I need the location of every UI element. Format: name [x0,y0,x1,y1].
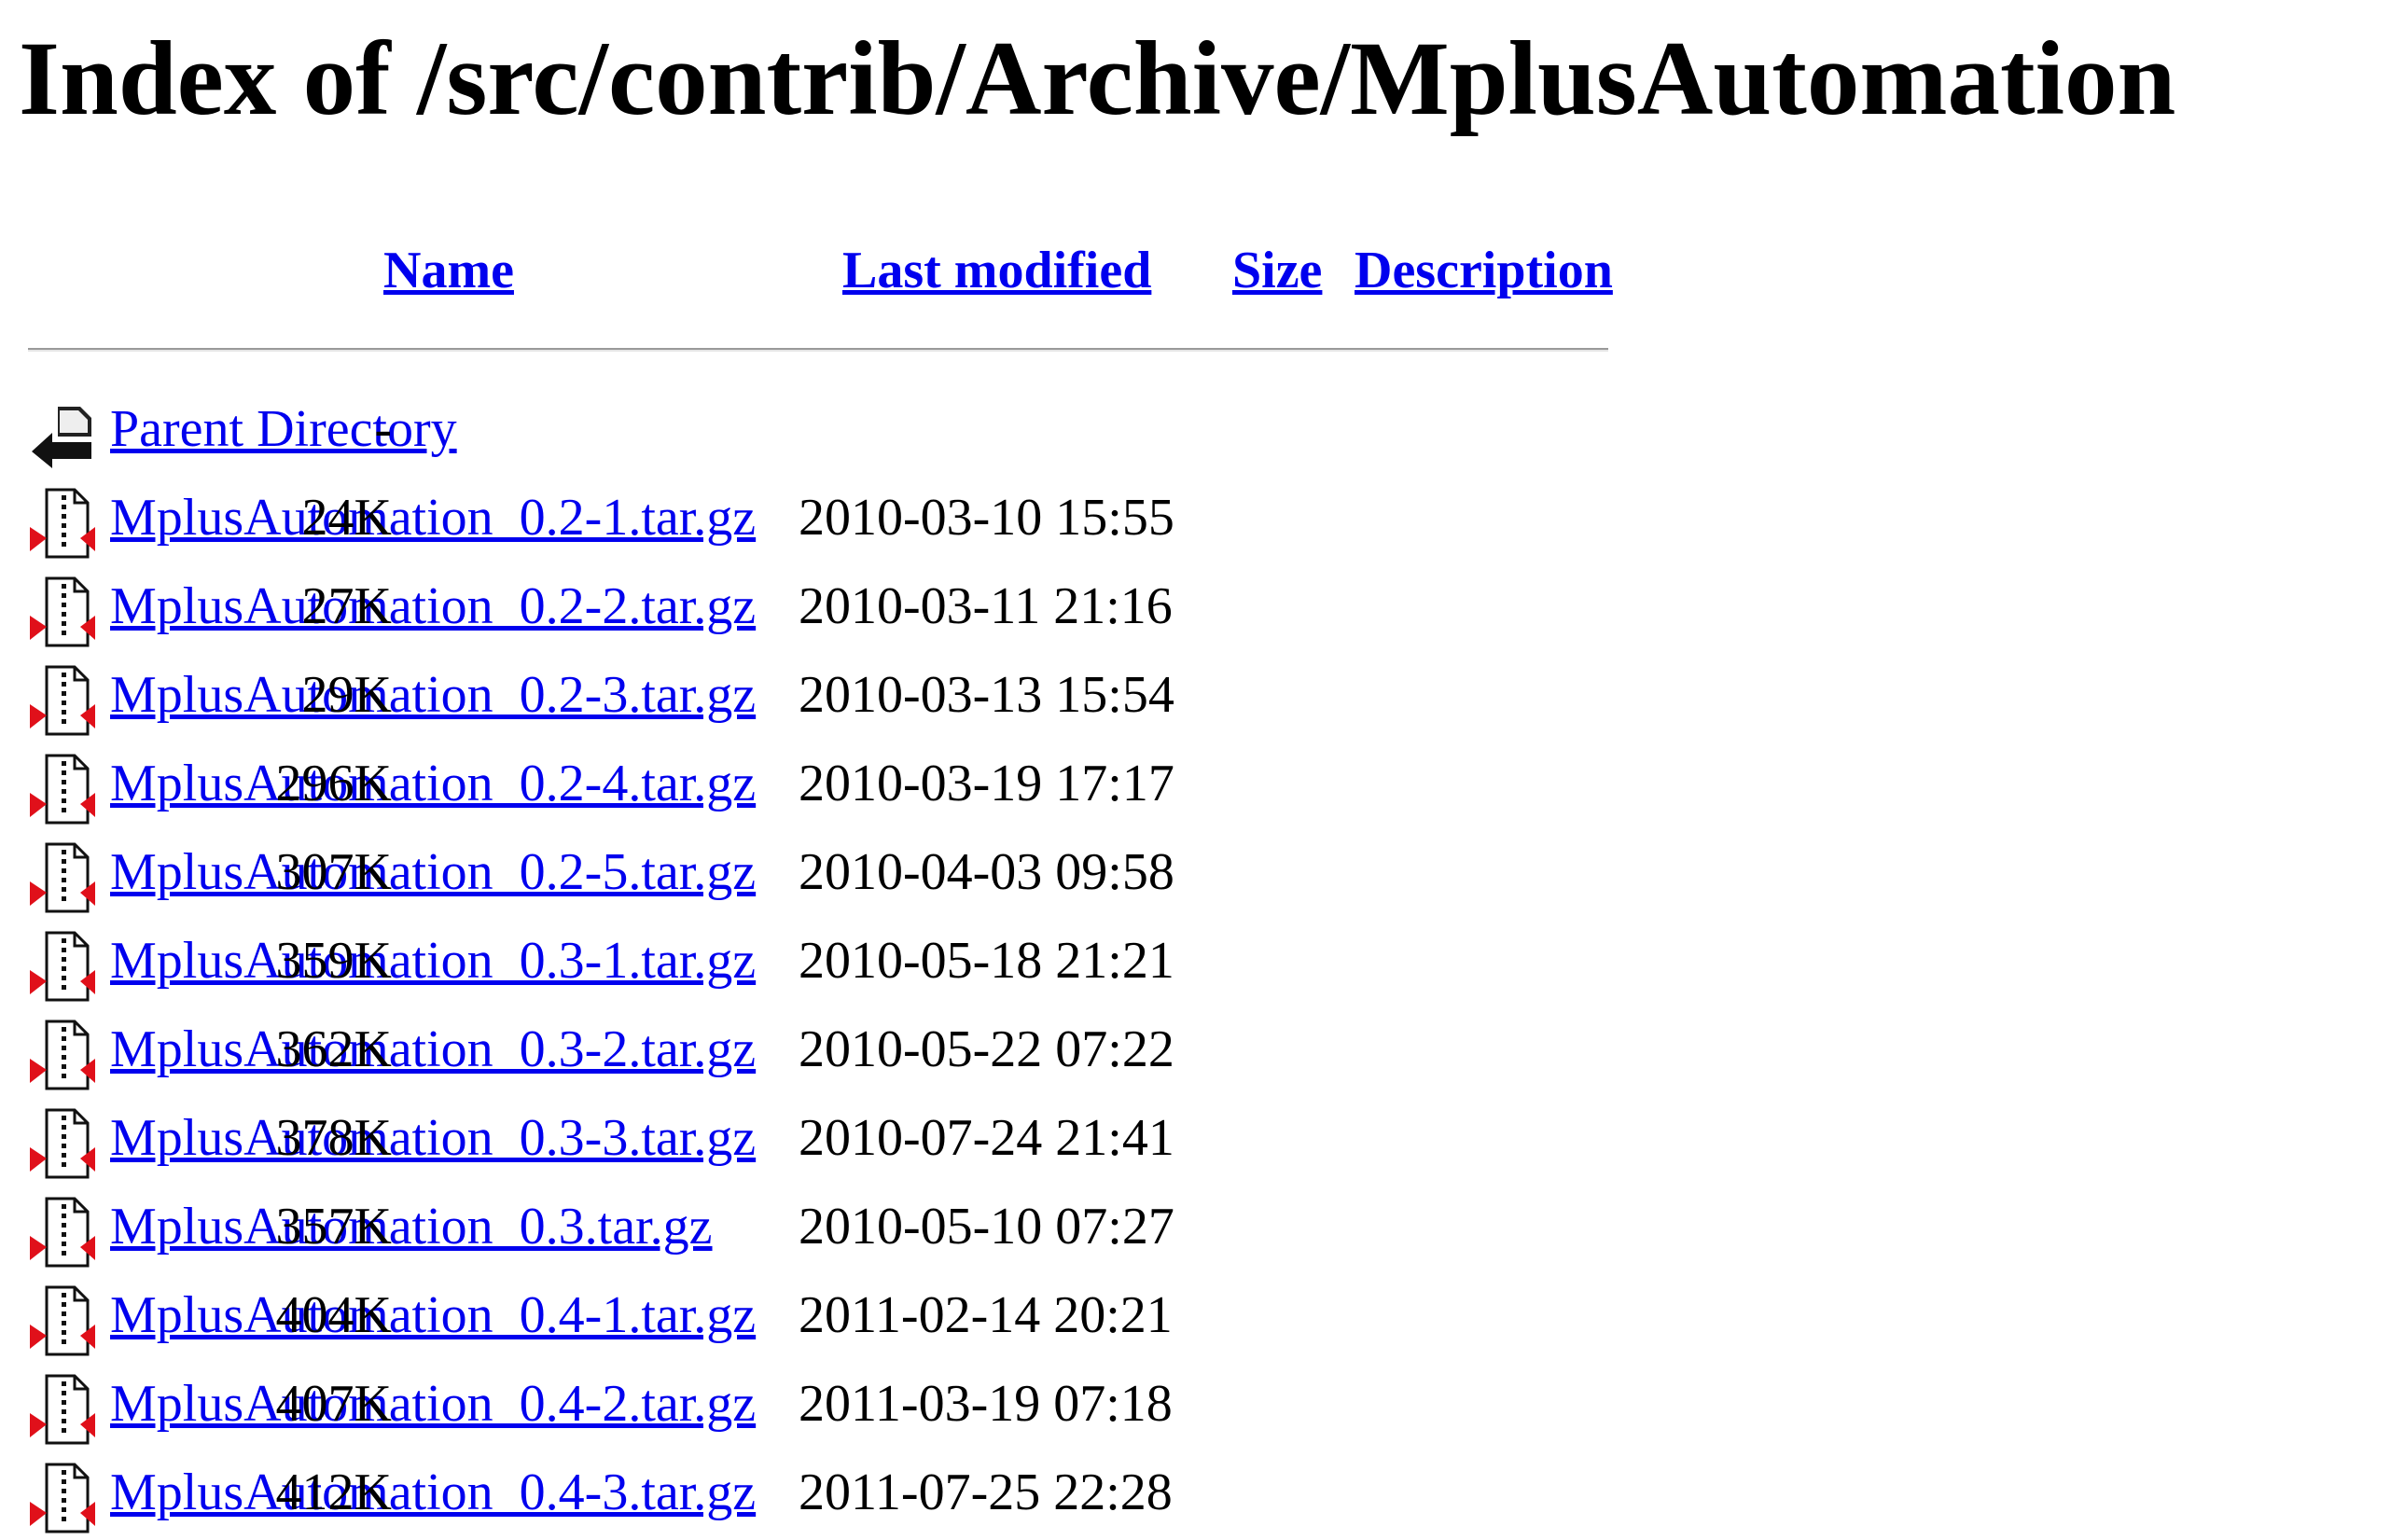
file-row: MplusAutomation_0.2-4.tar.gz 2010-03-19 … [0,744,1399,831]
file-size: 378K [275,1109,392,1167]
back-arrow-icon [26,397,101,472]
compressed-file-icon [26,1461,101,1535]
file-row: MplusAutomation_0.3-3.tar.gz 2010-07-24 … [0,1099,1399,1186]
file-row: MplusAutomation_0.3-2.tar.gz 2010-05-22 … [0,1010,1399,1097]
sort-by-last-modified-link[interactable]: Last modified [842,244,1151,297]
header-divider [28,348,1608,352]
file-link[interactable]: MplusAutomation_0.3-1.tar.gz [110,935,756,987]
parent-size: - [374,400,392,458]
file-size: 29K [301,666,392,724]
compressed-file-icon [26,752,101,826]
compressed-file-icon [26,1283,101,1358]
file-row: MplusAutomation_0.4-3.tar.gz 2011-07-25 … [0,1453,1399,1540]
file-last-modified: 2010-03-10 15:55 [799,489,1174,547]
sort-by-description-link[interactable]: Description [1355,244,1613,297]
file-last-modified: 2010-03-19 17:17 [799,755,1174,812]
file-last-modified: 2010-03-13 15:54 [799,666,1174,724]
file-link[interactable]: MplusAutomation_0.3-2.tar.gz [110,1023,756,1075]
file-row: MplusAutomation_0.2-5.tar.gz 2010-04-03 … [0,833,1399,920]
file-link[interactable]: MplusAutomation_0.2-3.tar.gz [110,669,756,721]
file-size: 412K [275,1464,392,1521]
file-last-modified: 2010-04-03 09:58 [799,843,1174,901]
compressed-file-icon [26,486,101,561]
file-row: MplusAutomation_0.2-2.tar.gz 2010-03-11 … [0,567,1399,654]
compressed-file-icon [26,1018,101,1092]
compressed-file-icon [26,840,101,915]
file-size: 27K [301,577,392,635]
parent-directory-row: Parent Directory - [0,390,1399,477]
file-row: MplusAutomation_0.2-3.tar.gz 2010-03-13 … [0,656,1399,742]
file-link[interactable]: MplusAutomation_0.3.tar.gz [110,1200,713,1253]
file-row: MplusAutomation_0.3.tar.gz 2010-05-10 07… [0,1187,1399,1274]
compressed-file-icon [26,1372,101,1447]
parent-directory-link[interactable]: Parent Directory [110,403,457,455]
file-row: MplusAutomation_0.2-1.tar.gz 2010-03-10 … [0,479,1399,565]
file-last-modified: 2011-02-14 20:21 [799,1286,1173,1344]
file-row: MplusAutomation_0.4-2.tar.gz 2011-03-19 … [0,1365,1399,1451]
file-size: 359K [275,932,392,990]
file-link[interactable]: MplusAutomation_0.2-1.tar.gz [110,492,756,544]
file-size: 362K [275,1020,392,1078]
file-last-modified: 2010-03-11 21:16 [799,577,1173,635]
file-last-modified: 2011-07-25 22:28 [799,1464,1173,1521]
file-size: 307K [275,843,392,901]
file-link[interactable]: MplusAutomation_0.4-3.tar.gz [110,1466,756,1519]
file-last-modified: 2010-05-10 07:27 [799,1198,1174,1256]
page-title: Index of /src/contrib/Archive/MplusAutom… [19,21,2176,137]
file-last-modified: 2010-05-22 07:22 [799,1020,1174,1078]
file-link[interactable]: MplusAutomation_0.2-5.tar.gz [110,846,756,898]
file-link[interactable]: MplusAutomation_0.2-2.tar.gz [110,580,756,632]
file-link[interactable]: MplusAutomation_0.3-3.tar.gz [110,1112,756,1164]
sort-by-size-link[interactable]: Size [1232,244,1322,297]
file-link[interactable]: MplusAutomation_0.4-1.tar.gz [110,1289,756,1341]
file-size: 407K [275,1375,392,1433]
file-last-modified: 2010-07-24 21:41 [799,1109,1174,1167]
file-size: 357K [275,1198,392,1256]
file-row: MplusAutomation_0.3-1.tar.gz 2010-05-18 … [0,922,1399,1008]
compressed-file-icon [26,1106,101,1181]
file-link[interactable]: MplusAutomation_0.2-4.tar.gz [110,757,756,810]
compressed-file-icon [26,1195,101,1269]
file-link[interactable]: MplusAutomation_0.4-2.tar.gz [110,1378,756,1430]
compressed-file-icon [26,575,101,649]
file-last-modified: 2010-05-18 21:21 [799,932,1174,990]
compressed-file-icon [26,663,101,738]
file-size: 24K [301,489,392,547]
compressed-file-icon [26,929,101,1004]
file-size: 296K [275,755,392,812]
file-last-modified: 2011-03-19 07:18 [799,1375,1173,1433]
file-size: 404K [275,1286,392,1344]
file-row: MplusAutomation_0.4-1.tar.gz 2011-02-14 … [0,1276,1399,1363]
sort-by-name-link[interactable]: Name [383,244,514,297]
